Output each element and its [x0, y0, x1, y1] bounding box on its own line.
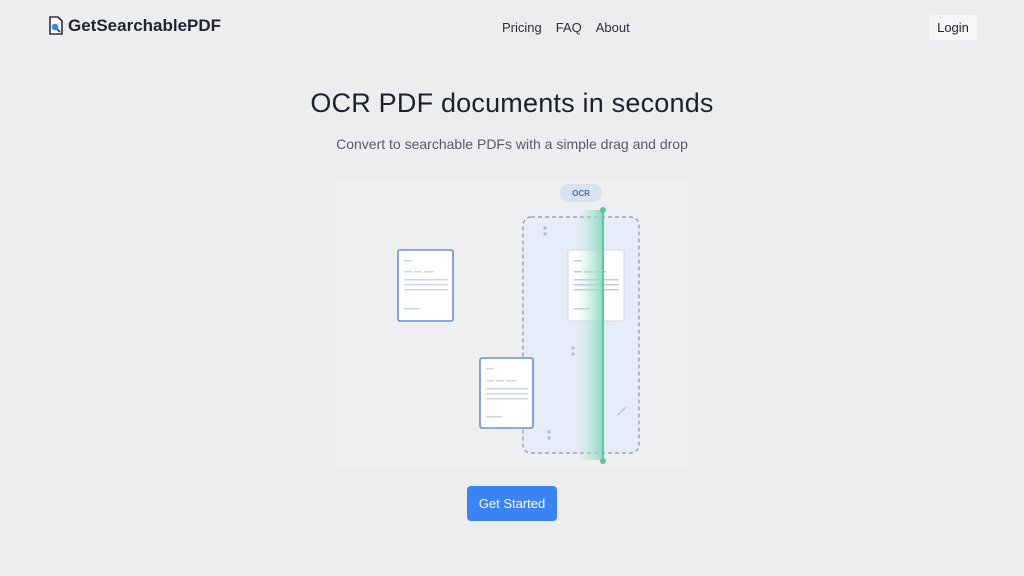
ocr-illustration: OCR	[332, 180, 692, 468]
pdf-document-original	[397, 249, 454, 322]
scan-line	[576, 207, 606, 464]
brand-name: GetSearchablePDF	[68, 16, 222, 35]
brand-logo[interactable]: GetSearchablePDF	[47, 16, 221, 36]
ocr-badge-label: OCR	[572, 189, 590, 198]
page: GetSearchablePDF Pricing FAQ About Login…	[0, 0, 1024, 576]
get-started-button[interactable]: Get Started	[467, 486, 557, 521]
main-nav: Pricing FAQ About	[502, 20, 630, 35]
login-button[interactable]: Login	[929, 15, 977, 40]
nav-faq[interactable]: FAQ	[556, 20, 582, 35]
hero-title: OCR PDF documents in seconds	[310, 88, 714, 118]
nav-about[interactable]: About	[596, 20, 630, 35]
ocr-illustration-graphic: OCR	[397, 184, 640, 464]
pdf-document-scanning	[479, 357, 534, 429]
hero-subtitle: Convert to searchable PDFs with a simple…	[336, 136, 688, 152]
nav-pricing[interactable]: Pricing	[502, 20, 542, 35]
document-search-icon	[49, 16, 63, 35]
ocr-badge: OCR	[560, 184, 602, 202]
